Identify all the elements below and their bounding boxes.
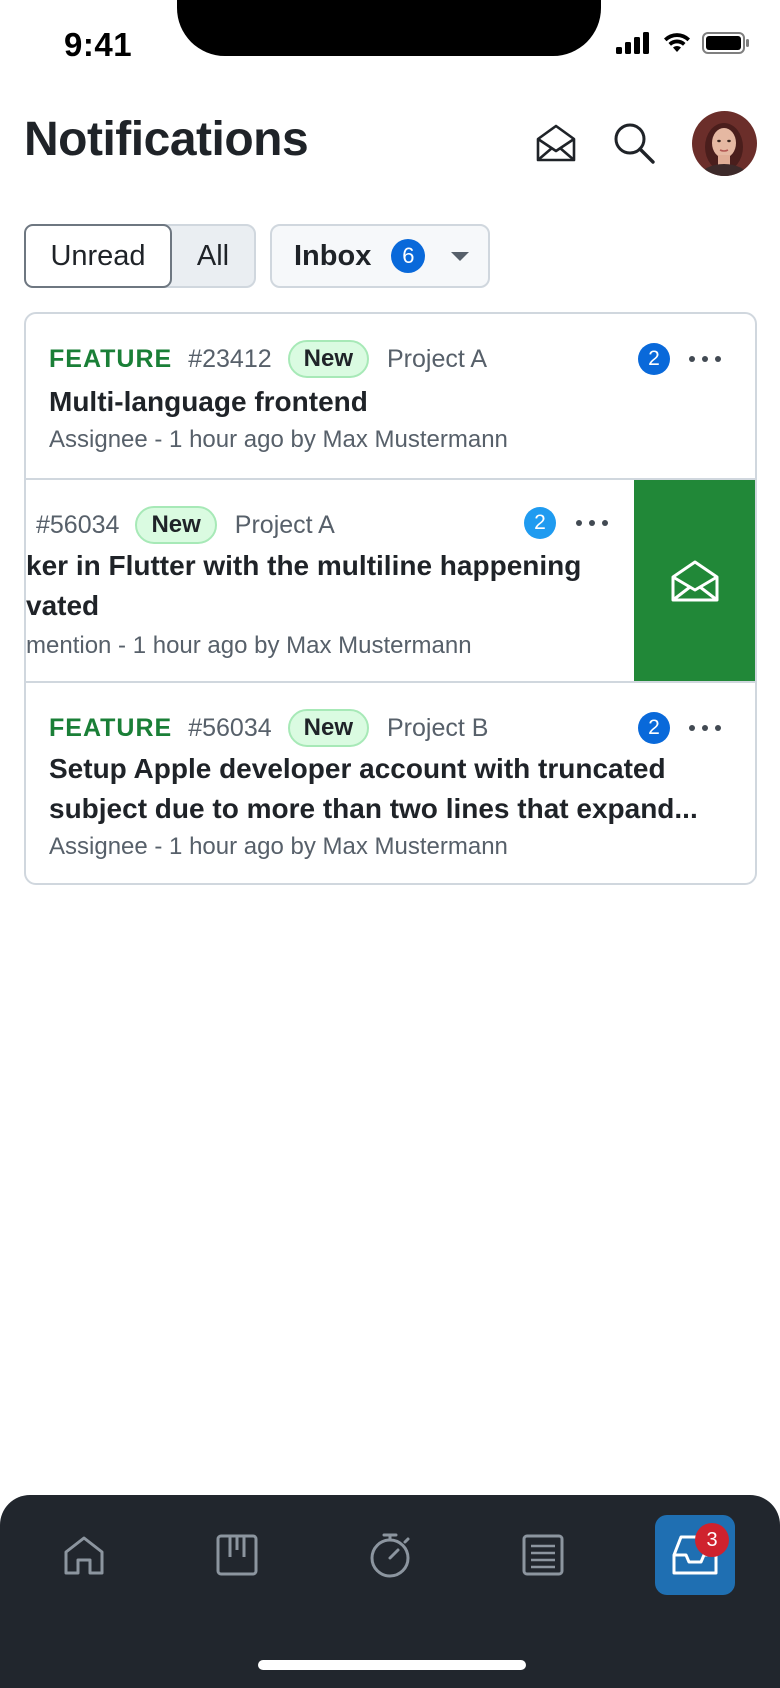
unread-count-badge: 2 [524,507,556,539]
notification-meta: FEATURE #23412 New Project A [49,340,487,378]
notification-meta: FEATURE #56034 New Project B [49,709,488,747]
search-icon [614,123,655,164]
device-notch [177,0,601,56]
timer-icon [370,1533,410,1578]
issue-number: #23412 [188,344,272,373]
all-filter-button[interactable]: All [172,226,254,286]
status-badge: New [135,506,217,544]
mark-all-read-button[interactable] [531,118,581,168]
notification-type: FEATURE [49,713,173,742]
notification-subtitle: Assignee - 1 hour ago by Max Mustermann [49,833,508,860]
tab-home[interactable] [44,1515,124,1595]
more-options-button[interactable] [689,356,721,362]
notification-subject-line2: subject due to more than two lines that … [49,793,698,824]
tab-inbox[interactable]: 3 [655,1515,735,1595]
notification-subtitle: Assignee - 1 hour ago by Max Mustermann [49,426,508,453]
tab-timer[interactable] [350,1515,430,1595]
notification-meta: #56034 New Project A [36,506,335,544]
notification-subject-line1: ker in Flutter with the multiline happen… [26,550,582,581]
battery-icon [702,32,749,54]
mail-open-icon [536,124,576,162]
mail-open-icon [671,560,718,601]
more-options-button[interactable] [689,725,721,731]
avatar-image [692,111,757,176]
status-badge: New [287,709,369,747]
notification-list: FEATURE #23412 New Project A 2 Multi-lan… [24,312,757,885]
page-title: Notifications [24,113,309,166]
notification-type: FEATURE [49,344,173,373]
avatar[interactable] [692,111,757,176]
unread-count-badge: 2 [638,712,670,744]
issue-number: #56034 [36,510,120,539]
search-button[interactable] [609,118,659,168]
inbox-count-badge: 6 [391,239,426,273]
tab-list[interactable] [503,1515,583,1595]
status-badge: New [287,340,369,378]
unread-count-badge: 2 [638,343,670,375]
mark-as-read-swipe-action[interactable] [634,480,755,681]
status-time: 9:41 [64,26,133,63]
project-name: Project B [387,713,489,742]
notification-item-swiped[interactable]: #56034 New Project A 2 ker in Flutter wi… [26,478,755,683]
project-name: Project A [234,510,335,539]
inbox-label: Inbox [294,239,372,272]
inbox-tab-badge: 3 [695,1523,729,1557]
home-indicator [258,1660,526,1670]
notification-subject: Multi-language frontend [49,386,368,417]
status-icons [616,32,750,54]
inbox-dropdown[interactable]: Inbox 6 [270,224,490,288]
status-bar: 9:41 [0,0,780,95]
chevron-down-icon [451,251,470,261]
home-icon [64,1536,104,1575]
notification-subject-line2: vated [26,590,100,621]
read-filter-segmented-control: Unread All [24,224,256,288]
board-icon [216,1534,258,1576]
signal-icon [616,32,649,54]
list-icon [522,1534,564,1576]
project-name: Project A [387,344,488,373]
notification-item[interactable]: FEATURE #56034 New Project B 2 Setup App… [26,683,755,883]
wifi-icon [664,33,690,52]
unread-filter-button[interactable]: Unread [24,224,172,288]
notification-item[interactable]: FEATURE #23412 New Project A 2 Multi-lan… [26,314,755,478]
notification-subject-line1: Setup Apple developer account with trunc… [49,753,666,784]
notification-subtitle: mention - 1 hour ago by Max Mustermann [26,632,472,659]
more-options-button[interactable] [576,520,608,526]
issue-number: #56034 [188,713,272,742]
tab-board[interactable] [197,1515,277,1595]
